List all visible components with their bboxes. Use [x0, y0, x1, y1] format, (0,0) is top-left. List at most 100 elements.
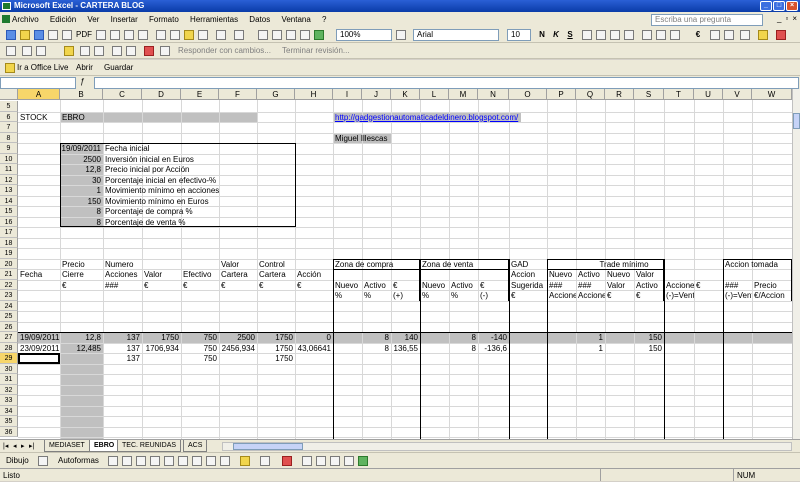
row-header[interactable]: 10 [0, 153, 18, 164]
autoshapes-menu-button[interactable]: Autoformas [58, 455, 99, 467]
textbox-icon[interactable] [164, 456, 174, 466]
first-sheet-icon[interactable]: |◂ [3, 442, 8, 450]
header-cell[interactable]: € [60, 280, 103, 291]
tab-ebro[interactable]: EBRO [89, 440, 120, 452]
row-header[interactable]: 19 [0, 248, 18, 259]
data-cell[interactable]: 137 [103, 353, 142, 364]
percent-icon[interactable] [656, 30, 666, 40]
chart-wizard-icon[interactable] [314, 30, 324, 40]
column-header[interactable]: U [694, 89, 723, 100]
vertical-scroll-thumb[interactable] [793, 113, 800, 129]
data-cell[interactable]: 12,485 [60, 343, 103, 354]
autosum-icon[interactable] [272, 30, 282, 40]
header-cell[interactable]: Valor [219, 259, 257, 270]
row-header[interactable]: 32 [0, 384, 18, 395]
header-cell[interactable]: € [295, 280, 333, 291]
copy-icon[interactable] [170, 30, 180, 40]
workbook-icon[interactable] [2, 15, 10, 23]
decrease-indent-icon[interactable] [710, 30, 720, 40]
header-cell[interactable]: € [257, 280, 295, 291]
tab-mediaset[interactable]: MEDIASET [44, 440, 90, 452]
row-header[interactable]: 34 [0, 405, 18, 416]
column-header[interactable]: P [547, 89, 576, 100]
header-cell[interactable]: Accion [509, 269, 547, 280]
row-header[interactable]: 33 [0, 395, 18, 406]
permission-icon[interactable] [48, 30, 58, 40]
row-header[interactable]: 8 [0, 132, 18, 143]
sort-asc-icon[interactable] [286, 30, 296, 40]
redo-icon[interactable] [234, 30, 244, 40]
data-cell[interactable]: 750 [181, 332, 219, 343]
last-sheet-icon[interactable]: ▸| [29, 442, 34, 450]
header-cell[interactable]: € [142, 280, 181, 291]
data-cell[interactable]: 2500 [219, 332, 257, 343]
row-header[interactable]: 7 [0, 122, 18, 133]
data-cell[interactable]: 23/09/2011 [18, 343, 60, 354]
column-header[interactable]: Q [576, 89, 605, 100]
row-header[interactable]: 36 [0, 426, 18, 437]
column-header[interactable]: N [478, 89, 509, 100]
close-button[interactable]: × [786, 1, 798, 11]
data-cell[interactable]: 150 [634, 332, 664, 343]
data-cell[interactable]: 1750 [257, 353, 295, 364]
data-cell[interactable]: 8 [362, 343, 391, 354]
column-header[interactable]: F [219, 89, 257, 100]
diagram-icon[interactable] [192, 456, 202, 466]
name-box[interactable] [0, 77, 76, 89]
track-changes-icon[interactable] [160, 46, 170, 56]
row-header[interactable]: 20 [0, 258, 18, 269]
header-cell[interactable]: (-)=Venta [664, 290, 694, 301]
zoom-select[interactable]: 100% [336, 29, 392, 41]
vertical-scrollbar[interactable] [792, 89, 800, 439]
prev-sheet-icon[interactable]: ◂ [13, 442, 17, 450]
row-header[interactable]: 27 [0, 332, 18, 343]
stock-name[interactable]: EBRO [60, 112, 258, 123]
data-cell[interactable]: 1 [576, 343, 605, 354]
print-preview-icon[interactable] [110, 30, 120, 40]
data-cell[interactable]: -140 [478, 332, 509, 343]
borders-icon[interactable] [740, 30, 750, 40]
row-header[interactable]: 21 [0, 269, 18, 280]
doc-close-button[interactable]: × [792, 14, 797, 23]
menu-help[interactable]: ? [322, 15, 326, 24]
line-color-icon[interactable] [260, 456, 270, 466]
data-cell[interactable]: 1750 [257, 343, 295, 354]
stock-label[interactable]: STOCK [18, 112, 60, 123]
cut-icon[interactable] [156, 30, 166, 40]
menu-herramientas[interactable]: Herramientas [190, 15, 238, 24]
tab-tec-reunidas[interactable]: TEC. REUNIDAS [117, 440, 182, 452]
data-cell[interactable]: 2456,934 [219, 343, 257, 354]
select-all-corner[interactable] [0, 89, 18, 100]
fx-icon[interactable]: ƒ [80, 77, 84, 86]
end-review-button[interactable]: Terminar revisión... [282, 45, 350, 57]
header-cell[interactable]: € [219, 280, 257, 291]
author-name[interactable]: Miguel Illescas [333, 133, 413, 144]
align-left-icon[interactable] [582, 30, 592, 40]
pdf-button[interactable]: PDF [76, 29, 92, 41]
currency-icon[interactable] [642, 30, 652, 40]
shadow-icon[interactable] [344, 456, 354, 466]
data-cell[interactable]: 136,55 [391, 343, 420, 354]
row-header[interactable]: 23 [0, 290, 18, 301]
selected-cell[interactable] [18, 353, 60, 364]
minimize-button[interactable]: _ [760, 1, 772, 11]
row-header[interactable]: 5 [0, 101, 18, 112]
review-icon-2[interactable] [36, 46, 46, 56]
spreadsheet-grid[interactable]: A B C D E F G H I J K L M N O P Q R S T U V W 5 6 7 8 9 10 11 12 13 14 15… [0, 89, 792, 439]
horizontal-scrollbar[interactable] [222, 442, 792, 451]
column-header[interactable]: V [723, 89, 752, 100]
save-button[interactable]: Guardar [104, 62, 133, 74]
thousands-icon[interactable] [670, 30, 680, 40]
font-select[interactable]: Arial [413, 29, 499, 41]
row-header[interactable]: 26 [0, 321, 18, 332]
data-cell[interactable]: 19/09/2011 [18, 332, 60, 343]
print-icon[interactable] [96, 30, 106, 40]
column-header[interactable]: G [257, 89, 295, 100]
column-header[interactable]: S [634, 89, 664, 100]
font-color-draw-icon[interactable] [282, 456, 292, 466]
rectangle-icon[interactable] [136, 456, 146, 466]
data-cell[interactable]: 137 [103, 332, 142, 343]
next-comment-icon[interactable] [94, 46, 104, 56]
help-icon[interactable] [396, 30, 406, 40]
format-painter-icon[interactable] [198, 30, 208, 40]
